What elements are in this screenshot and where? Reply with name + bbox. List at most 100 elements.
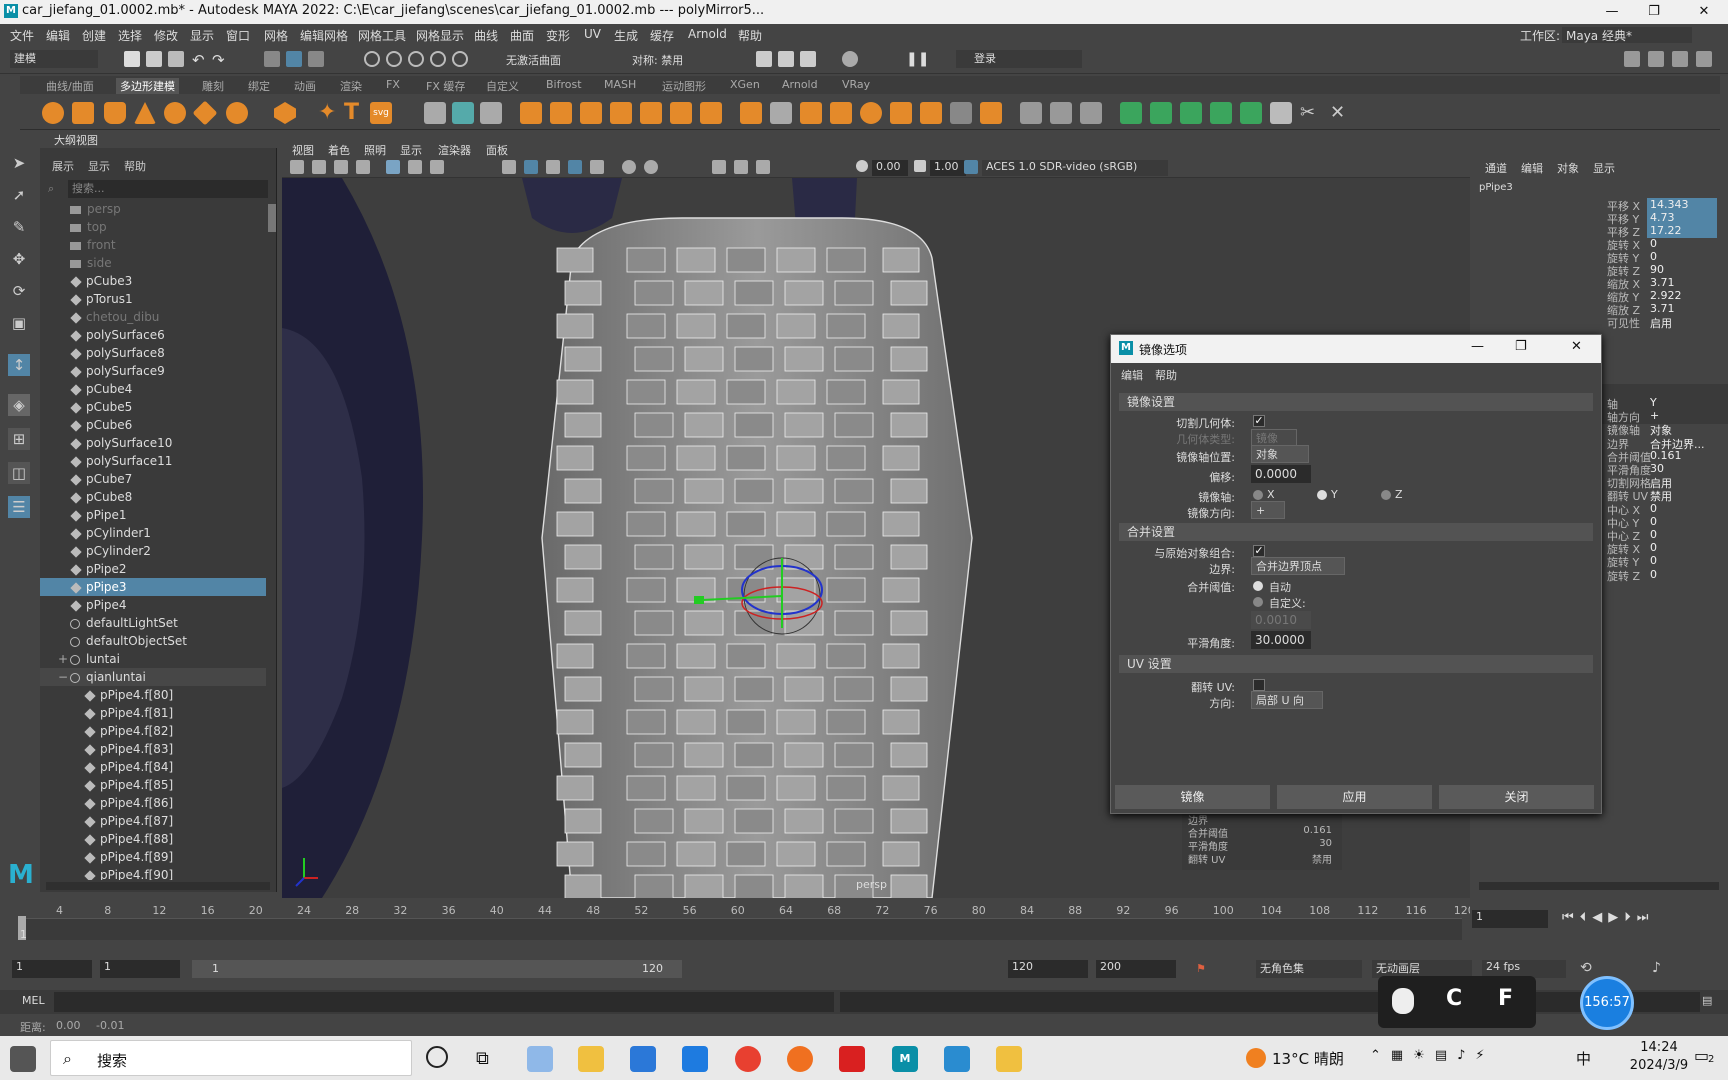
- camera-attr-icon[interactable]: [312, 160, 326, 174]
- textured-icon[interactable]: [568, 160, 582, 174]
- outliner-item[interactable]: polySurface10: [40, 434, 266, 452]
- section-mirror-settings[interactable]: 镜像设置: [1119, 393, 1593, 411]
- threshold-custom-radio[interactable]: [1253, 597, 1263, 607]
- vp-menu-lighting[interactable]: 照明: [364, 142, 386, 158]
- lasso-tool-icon[interactable]: ➚: [8, 184, 30, 206]
- menu-mesh-display[interactable]: 网格显示: [416, 27, 464, 44]
- anim-start-field[interactable]: 1: [12, 960, 92, 978]
- two-view-icon[interactable]: ◫: [8, 462, 30, 484]
- insert-edge-loop-icon[interactable]: [830, 102, 852, 124]
- outliner-item[interactable]: pCylinder1: [40, 524, 266, 542]
- cb-hscroll[interactable]: [1479, 882, 1719, 890]
- attribute-editor-icon[interactable]: [1648, 51, 1664, 67]
- playback-buttons[interactable]: ⏮⏴◀▶⏵⏭: [1562, 910, 1654, 925]
- outliner-item[interactable]: − qianluntai: [40, 668, 266, 686]
- boolean-icon[interactable]: [670, 102, 692, 124]
- wireframe-on-shaded-icon[interactable]: [546, 160, 560, 174]
- shelf-tab-bifrost[interactable]: Bifrost: [542, 78, 586, 91]
- range-bar[interactable]: 1 120: [192, 960, 682, 978]
- menu-display[interactable]: 显示: [190, 27, 214, 44]
- outliner-item[interactable]: pPipe4.f[89]: [40, 848, 266, 866]
- outliner-item[interactable]: pTorus1: [40, 290, 266, 308]
- snap-curve-icon[interactable]: [386, 51, 402, 67]
- mirror-attr-value[interactable]: +: [1647, 409, 1717, 423]
- slice-icon[interactable]: [1080, 102, 1102, 124]
- camera-select-icon[interactable]: [290, 160, 304, 174]
- paint-select-icon[interactable]: ✎: [8, 216, 30, 238]
- channel-row[interactable]: 缩放 X 3.71: [1607, 276, 1725, 291]
- minimize-button[interactable]: —: [1592, 2, 1632, 22]
- mirror-attr-value[interactable]: 30: [1647, 462, 1717, 476]
- outliner-item[interactable]: front: [40, 236, 266, 254]
- channel-row[interactable]: 平移 X 14.343: [1607, 198, 1725, 213]
- apply-button[interactable]: 应用: [1277, 785, 1432, 809]
- playback-start-field[interactable]: 1: [100, 960, 180, 978]
- section-merge-settings[interactable]: 合并设置: [1119, 523, 1593, 541]
- outliner-item[interactable]: pPipe4.f[82]: [40, 722, 266, 740]
- wireframe-icon[interactable]: [502, 160, 516, 174]
- separate-icon[interactable]: [452, 102, 474, 124]
- firefox-icon[interactable]: [787, 1046, 813, 1072]
- character-set-select[interactable]: 无角色集: [1256, 960, 1362, 978]
- outliner-item[interactable]: pPipe4: [40, 596, 266, 614]
- file-explorer-icon[interactable]: [578, 1046, 604, 1072]
- render-frame-icon[interactable]: [756, 51, 772, 67]
- cortana-icon[interactable]: [426, 1046, 448, 1068]
- menu-arnold[interactable]: Arnold: [688, 27, 727, 41]
- channel-value[interactable]: 2.922: [1647, 289, 1717, 303]
- channel-value[interactable]: 4.73: [1647, 211, 1717, 225]
- channel-value[interactable]: 3.71: [1647, 276, 1717, 290]
- cut-geometry-checkbox[interactable]: ✓: [1253, 415, 1265, 427]
- quad-draw-icon[interactable]: [800, 102, 822, 124]
- scale-tool-icon[interactable]: ▣: [8, 312, 30, 334]
- live-surface-label[interactable]: 无激活曲面: [506, 52, 561, 68]
- shelf-tab-rendering[interactable]: 渲染: [336, 78, 366, 94]
- outliner-menu-help[interactable]: 帮助: [124, 158, 146, 174]
- mirror-button[interactable]: 镜像: [1115, 785, 1270, 809]
- expander-icon[interactable]: +: [58, 650, 68, 668]
- redo-icon[interactable]: ↷: [212, 51, 228, 69]
- menu-modify[interactable]: 修改: [154, 27, 178, 44]
- mode-select[interactable]: 建模: [10, 50, 98, 68]
- menu-select[interactable]: 选择: [118, 27, 142, 44]
- exposure-field[interactable]: 0.00: [872, 160, 908, 176]
- mirror-attr-row[interactable]: 平滑角度 30: [1607, 462, 1725, 477]
- mirror-attr-value[interactable]: 0: [1647, 568, 1717, 582]
- pause-icon[interactable]: ❚❚: [906, 51, 929, 67]
- sound-icon[interactable]: ♪: [1652, 960, 1661, 976]
- menu-mesh-tools[interactable]: 网格工具: [358, 27, 406, 44]
- channel-value[interactable]: 0: [1647, 237, 1717, 251]
- extrude-icon[interactable]: [550, 102, 572, 124]
- resolution-gate-icon[interactable]: [430, 160, 444, 174]
- channel-row[interactable]: 旋转 Y0: [1607, 250, 1725, 265]
- mirror-attr-row[interactable]: 中心 Y0: [1607, 515, 1725, 530]
- ambient-occlusion-icon[interactable]: [644, 160, 658, 174]
- outliner-item[interactable]: pCube3: [40, 272, 266, 290]
- wedge-icon[interactable]: [920, 102, 942, 124]
- bookmark-icon[interactable]: [334, 160, 348, 174]
- mirror-attr-value[interactable]: 0: [1647, 502, 1717, 516]
- anim-end-field[interactable]: 200: [1096, 960, 1176, 978]
- cb-menu-show[interactable]: 显示: [1593, 160, 1615, 176]
- shelf-tab-animation[interactable]: 动画: [290, 78, 320, 94]
- menu-cache[interactable]: 缓存: [650, 27, 674, 44]
- outliner-item[interactable]: pPipe4.f[83]: [40, 740, 266, 758]
- menu-file[interactable]: 文件: [10, 27, 34, 44]
- four-view-icon[interactable]: ⊞: [8, 428, 30, 450]
- mirror-attr-value[interactable]: 禁用: [1647, 488, 1717, 503]
- menu-surfaces[interactable]: 曲面: [510, 27, 534, 44]
- maya-taskbar-icon[interactable]: M: [892, 1046, 918, 1072]
- wps-icon[interactable]: [839, 1046, 865, 1072]
- outliner-item[interactable]: pPipe3: [40, 578, 266, 596]
- shelf-tab-motion-graphics[interactable]: 运动图形: [658, 78, 710, 94]
- calendar-app-icon[interactable]: [944, 1046, 970, 1072]
- vp-menu-panels[interactable]: 面板: [486, 142, 508, 158]
- outliner-item[interactable]: pPipe4.f[81]: [40, 704, 266, 722]
- outliner-menu-show[interactable]: 展示: [52, 158, 74, 174]
- image-plane-icon[interactable]: [356, 160, 370, 174]
- smooth-icon[interactable]: [520, 102, 542, 124]
- outliner-item[interactable]: pPipe4.f[84]: [40, 758, 266, 776]
- outliner-menu-display[interactable]: 显示: [88, 158, 110, 174]
- mel-label[interactable]: MEL: [22, 994, 45, 1007]
- outliner-item[interactable]: pCube7: [40, 470, 266, 488]
